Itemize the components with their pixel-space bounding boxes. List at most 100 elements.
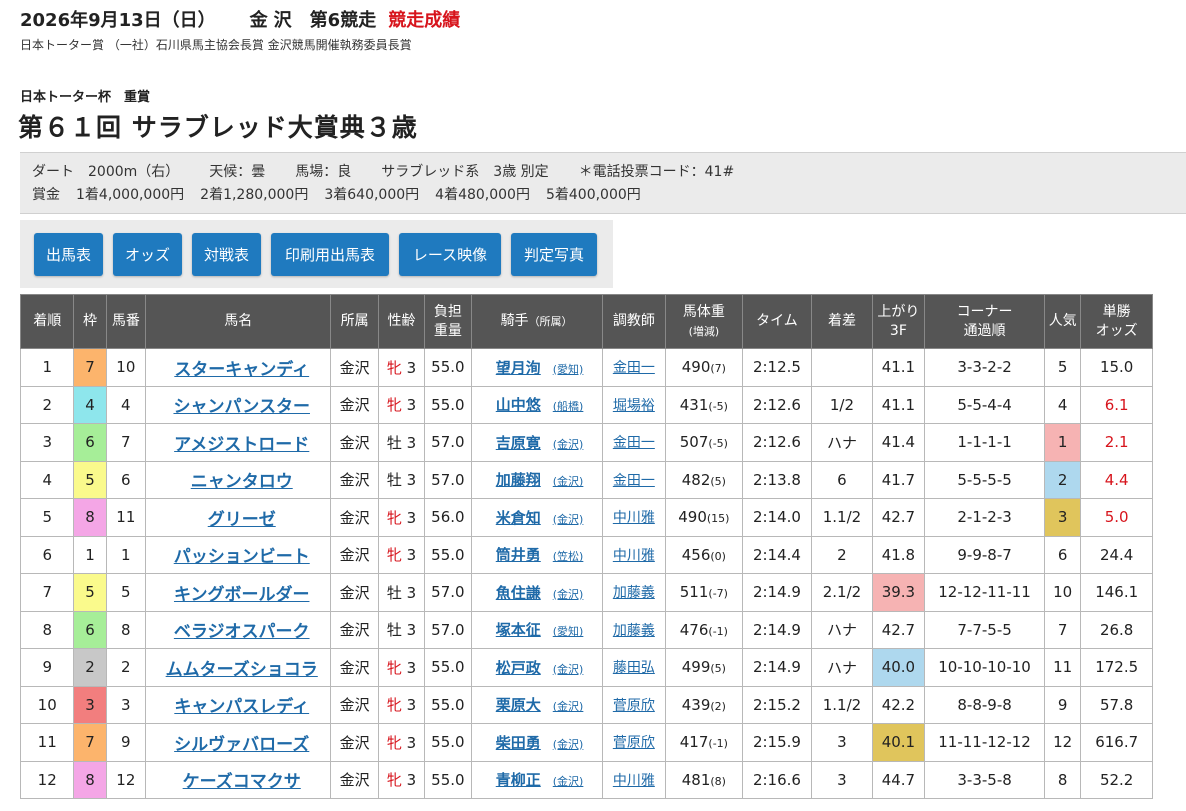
bodyweight-cell: 476(-1) bbox=[665, 610, 743, 649]
table-row: 1 7 10 スターキャンディ 金沢牝 3 55.0 望月洵 (愛知) 金田一 490(7) 2:1… bbox=[19, 348, 1153, 387]
sex-label: 牝 bbox=[386, 508, 402, 527]
jockey-link[interactable]: 栗原大 (金沢) bbox=[496, 696, 584, 714]
time-cell: 2:14.9 bbox=[741, 573, 813, 612]
odds-cell: 15.0 bbox=[1080, 348, 1153, 387]
col-affiliation: 所属 bbox=[330, 294, 379, 349]
horse-name-link[interactable]: ムムターズショコラ bbox=[166, 660, 318, 680]
burden-cell: 57.0 bbox=[424, 423, 472, 462]
last3f-cell: 41.1 bbox=[871, 385, 926, 424]
umaban-cell: 7 bbox=[105, 423, 146, 462]
jockey-link[interactable]: 柴田勇 (金沢) bbox=[496, 734, 584, 752]
trainer-link[interactable]: 金田一 bbox=[613, 435, 655, 451]
trainer-link[interactable]: 菅原欣 bbox=[613, 698, 655, 714]
horse-name-link[interactable]: キングボールダー bbox=[174, 585, 310, 605]
age-label: 3 bbox=[406, 396, 417, 415]
time-cell: 2:12.6 bbox=[741, 385, 813, 424]
navigation-button-bar: 出馬表 オッズ 対戦表 印刷用出馬表 レース映像 判定写真 bbox=[20, 220, 613, 288]
bodyweight-value: 481 bbox=[681, 770, 711, 789]
trainer-link[interactable]: 中川雅 bbox=[613, 548, 655, 564]
bodyweight-value: 431 bbox=[679, 395, 709, 414]
jockey-link[interactable]: 筒井勇 (笠松) bbox=[496, 546, 584, 564]
sex-label: 牝 bbox=[386, 696, 402, 715]
odds-button[interactable]: オッズ bbox=[113, 233, 182, 276]
jockey-link[interactable]: 山中悠 (船橋) bbox=[496, 396, 584, 414]
umaban-cell: 2 bbox=[105, 648, 146, 687]
trainer-link[interactable]: 金田一 bbox=[613, 360, 655, 376]
results-table: 着順 枠 馬番 馬名 所属 性齢 負担 重量 騎手（所属） 調教師 馬体重 (増減)… bbox=[19, 294, 1153, 799]
horse-name-link[interactable]: パッションビート bbox=[174, 547, 310, 567]
prize-row: 賞金 1着4,000,000円 2着1,280,000円 3着640,000円 … bbox=[32, 182, 1186, 205]
horse-name-link[interactable]: グリーゼ bbox=[208, 510, 276, 530]
horse-name-link[interactable]: スターキャンディ bbox=[174, 360, 309, 380]
trainer-cell: 中川雅 bbox=[601, 760, 667, 799]
bodyweight-diff: (5) bbox=[710, 474, 726, 488]
rank-cell: 12 bbox=[19, 760, 75, 799]
jockey-link[interactable]: 青柳正 (金沢) bbox=[496, 771, 584, 789]
jockey-affiliation: (船橋) bbox=[552, 400, 584, 414]
jockey-link[interactable]: 魚住謙 (金沢) bbox=[496, 584, 584, 602]
trainer-link[interactable]: 藤田弘 bbox=[613, 660, 655, 676]
rank-cell: 5 bbox=[19, 498, 75, 537]
prize-4: 4着480,000円 bbox=[435, 186, 530, 203]
horse-cell: アメジストロード bbox=[144, 423, 332, 462]
jockey-name: 栗原大 bbox=[495, 696, 541, 715]
waku-cell: 5 bbox=[73, 573, 107, 612]
umaban-cell: 11 bbox=[105, 498, 146, 537]
popularity-cell: 7 bbox=[1044, 610, 1082, 649]
jockey-name: 山中悠 bbox=[495, 396, 541, 415]
trainer-link[interactable]: 堀場裕 bbox=[613, 398, 655, 414]
prize-label: 賞金 bbox=[32, 186, 60, 203]
jockey-cell: 魚住謙 (金沢) bbox=[470, 573, 603, 612]
jockey-link[interactable]: 望月洵 (愛知) bbox=[496, 359, 584, 377]
odds-cell: 6.1 bbox=[1080, 385, 1153, 424]
trainer-link[interactable]: 中川雅 bbox=[613, 510, 655, 526]
trainer-link[interactable]: 中川雅 bbox=[613, 773, 655, 789]
rank-cell: 11 bbox=[19, 723, 75, 762]
horse-name-link[interactable]: ニャンタロウ bbox=[191, 472, 293, 492]
umaban-cell: 9 bbox=[105, 723, 146, 762]
burden-cell: 55.0 bbox=[424, 723, 472, 762]
matchup-button[interactable]: 対戦表 bbox=[192, 233, 261, 276]
age-label: 3 bbox=[406, 546, 417, 565]
col-rank: 着順 bbox=[19, 294, 75, 349]
jockey-affiliation: (笠松) bbox=[552, 550, 584, 564]
horse-name-link[interactable]: アメジストロード bbox=[174, 435, 309, 455]
popularity-cell: 9 bbox=[1044, 685, 1082, 724]
jockey-affiliation: (金沢) bbox=[552, 475, 584, 489]
horse-name-link[interactable]: ケーズコマクサ bbox=[183, 772, 301, 792]
jockey-link[interactable]: 米倉知 (金沢) bbox=[496, 509, 584, 527]
weather-info: 天候：曇 bbox=[209, 163, 266, 180]
trainer-link[interactable]: 加藤義 bbox=[613, 585, 655, 601]
jockey-link[interactable]: 塚本征 (愛知) bbox=[496, 621, 584, 639]
bodyweight-diff: (7) bbox=[710, 362, 726, 376]
trainer-link[interactable]: 菅原欣 bbox=[613, 735, 655, 751]
jockey-link[interactable]: 加藤翔 (金沢) bbox=[496, 471, 584, 489]
col-time: タイム bbox=[741, 294, 813, 349]
odds-cell: 616.7 bbox=[1080, 723, 1153, 762]
burden-cell: 55.0 bbox=[424, 348, 472, 387]
jockey-link[interactable]: 松戸政 (金沢) bbox=[496, 659, 584, 677]
margin-cell: 1/2 bbox=[811, 385, 873, 424]
affiliation-cell: 金沢 bbox=[330, 423, 379, 462]
entries-button[interactable]: 出馬表 bbox=[34, 233, 103, 276]
trainer-link[interactable]: 加藤義 bbox=[613, 623, 655, 639]
corner-cell: 11-11-12-12 bbox=[924, 723, 1046, 762]
horse-name-link[interactable]: キャンパスレディ bbox=[174, 697, 309, 717]
trainer-link[interactable]: 金田一 bbox=[613, 473, 655, 489]
horse-name-link[interactable]: シルヴァバローズ bbox=[174, 735, 309, 755]
race-video-button[interactable]: レース映像 bbox=[399, 233, 501, 276]
age-label: 3 bbox=[406, 358, 417, 377]
horse-name-link[interactable]: シャンパンスター bbox=[173, 397, 310, 417]
last3f-cell: 40.0 bbox=[871, 648, 926, 687]
rank-cell: 7 bbox=[19, 573, 75, 612]
margin-cell: ハナ bbox=[811, 648, 873, 687]
jockey-link[interactable]: 吉原寛 (金沢) bbox=[496, 434, 584, 452]
sexage-cell: 牝 3 bbox=[377, 723, 426, 762]
bodyweight-diff: (-5) bbox=[708, 399, 728, 413]
horse-name-link[interactable]: ベラジオスパーク bbox=[174, 622, 310, 642]
odds-cell: 146.1 bbox=[1080, 573, 1153, 612]
bodyweight-cell: 507(-5) bbox=[665, 423, 743, 462]
print-entries-button[interactable]: 印刷用出馬表 bbox=[271, 233, 389, 276]
photo-finish-button[interactable]: 判定写真 bbox=[511, 233, 597, 276]
waku-cell: 4 bbox=[73, 385, 107, 424]
